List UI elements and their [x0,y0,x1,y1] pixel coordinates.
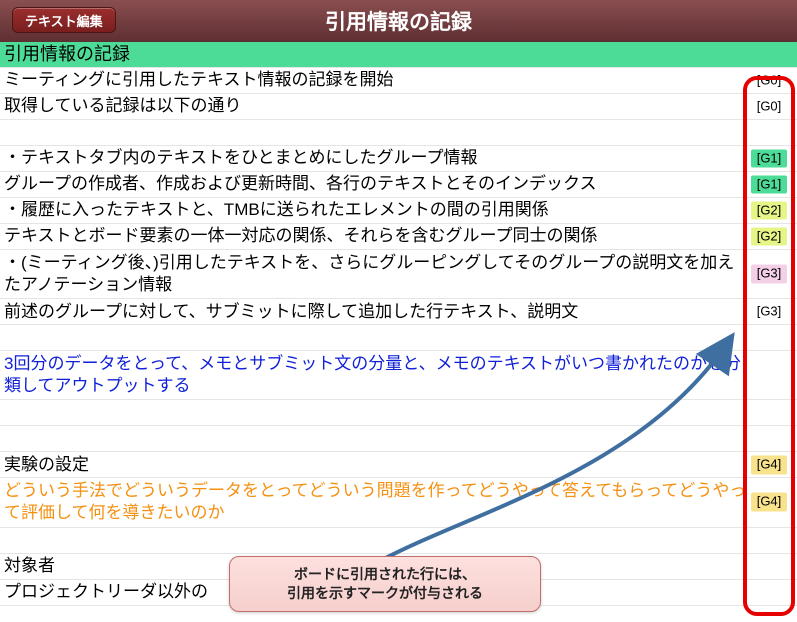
quote-tag: [G1] [751,149,787,168]
list-row[interactable]: ミーティングに引用したテキスト情報の記録を開始[G0] [0,68,797,94]
titlebar: テキスト編集 引用情報の記録 [0,0,797,42]
row-text: 3回分のデータをとって、メモとサブミット文の分量と、メモのテキストがいつ書かれた… [4,353,747,397]
list-row[interactable] [0,528,797,554]
quote-tag: [G4] [751,455,787,474]
list-row[interactable]: 実験の設定[G4] [0,452,797,478]
list-row[interactable]: 取得している記録は以下の通り[G0] [0,94,797,120]
row-text: ・(ミーティング後、)引用したテキストを、さらにグルーピングしてそのグループの説… [4,252,747,296]
text-edit-button[interactable]: テキスト編集 [12,7,116,33]
list-row[interactable]: どういう手法でどういうデータをとってどういう問題を作ってどうやって答えてもらって… [0,478,797,527]
list-row[interactable]: 前述のグループに対して、サブミットに際して追加した行テキスト、説明文[G3] [0,299,797,325]
list-row[interactable] [0,120,797,146]
list-row[interactable]: 3回分のデータをとって、メモとサブミット文の分量と、メモのテキストがいつ書かれた… [0,351,797,400]
row-text: ・履歴に入ったテキストと、TMBに送られたエレメントの間の引用関係 [4,199,747,221]
callout-line2: 引用を示すマークが付与される [287,585,483,601]
list-row[interactable]: グループの作成者、作成および更新時間、各行のテキストとそのインデックス[G1] [0,172,797,198]
quote-tag: [G3] [751,265,787,284]
list-row[interactable]: ・(ミーティング後、)引用したテキストを、さらにグルーピングしてそのグループの説… [0,250,797,299]
list-row[interactable] [0,325,797,351]
row-text: 取得している記録は以下の通り [4,95,747,117]
quote-tag: [G2] [751,201,787,220]
quote-tag: [G4] [751,493,787,512]
quote-tag: [G3] [751,302,787,321]
list-row[interactable]: テキストとボード要素の一体一対応の関係、それらを含むグループ同士の関係[G2] [0,224,797,250]
quote-tag: [G2] [751,227,787,246]
row-text: テキストとボード要素の一体一対応の関係、それらを含むグループ同士の関係 [4,225,747,247]
quote-tag: [G0] [751,97,787,116]
quote-tag: [G0] [751,71,787,90]
list-row[interactable] [0,426,797,452]
callout-line1: ボードに引用された行には、 [294,566,476,582]
row-text: ・テキストタブ内のテキストをひとまとめにしたグループ情報 [4,147,747,169]
page-title: 引用情報の記録 [325,6,472,36]
row-text: 実験の設定 [4,454,747,476]
list-header[interactable]: 引用情報の記録 [0,42,797,68]
row-text: グループの作成者、作成および更新時間、各行のテキストとそのインデックス [4,173,747,195]
list-row[interactable]: ・テキストタブ内のテキストをひとまとめにしたグループ情報[G1] [0,146,797,172]
row-text: ミーティングに引用したテキスト情報の記録を開始 [4,69,747,91]
quote-tag: [G1] [751,175,787,194]
annotation-callout: ボードに引用された行には、 引用を示すマークが付与される [229,556,541,612]
list-row[interactable]: ・履歴に入ったテキストと、TMBに送られたエレメントの間の引用関係[G2] [0,198,797,224]
row-text: どういう手法でどういうデータをとってどういう問題を作ってどうやって答えてもらって… [4,480,747,524]
row-text: 前述のグループに対して、サブミットに際して追加した行テキスト、説明文 [4,301,747,323]
row-text: 引用情報の記録 [4,43,747,66]
list: 引用情報の記録ミーティングに引用したテキスト情報の記録を開始[G0]取得している… [0,42,797,606]
list-row[interactable] [0,400,797,426]
